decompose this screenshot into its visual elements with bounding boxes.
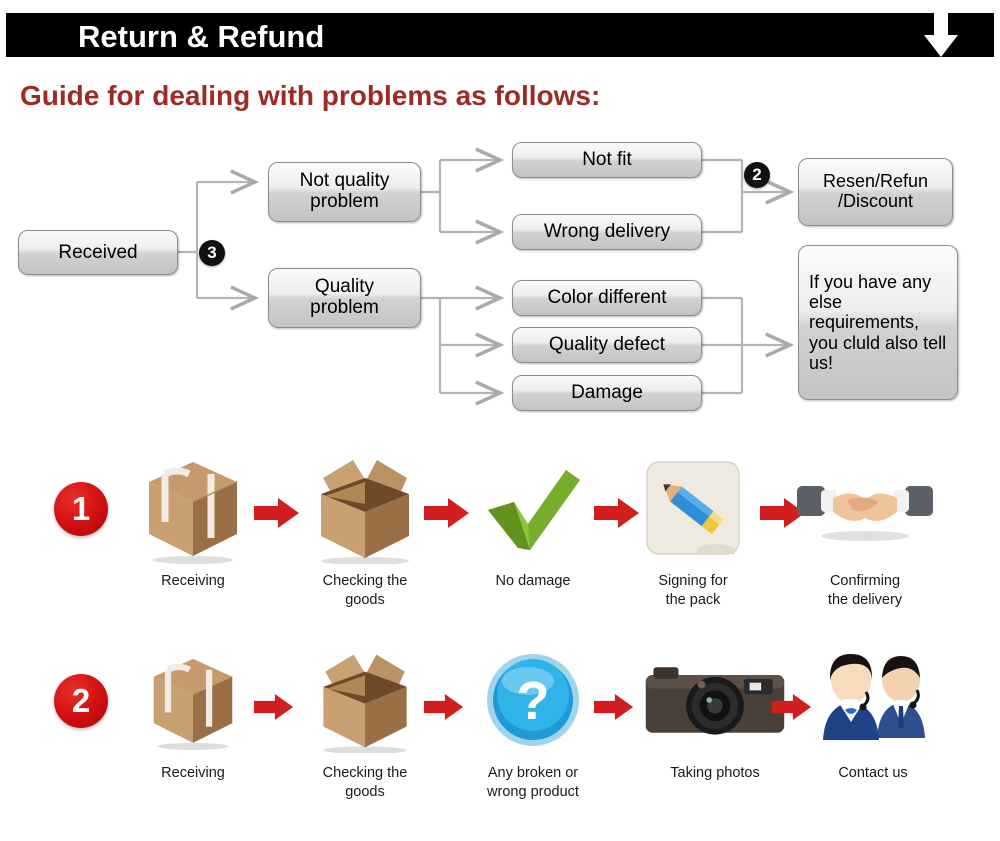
process-step: Contact us [798, 640, 948, 783]
node-else-requirements-label: If you have any else requirements, you c… [809, 272, 947, 373]
process-step-label: No damage [495, 573, 571, 589]
blue-question-mark-icon: ? [458, 640, 608, 760]
process-step: Receiving [118, 448, 268, 591]
sealed-box-icon [118, 448, 268, 568]
process-step: Taking photos [640, 640, 790, 783]
process-step-label: Any broken or wrong product [487, 765, 579, 800]
node-not-fit: Not fit [512, 142, 702, 178]
node-not-quality-problem-label: Not quality problem [299, 170, 390, 212]
sealed-box-icon [118, 640, 268, 760]
branch-marker-3: 3 [199, 240, 225, 266]
process-step: Checking the goods [290, 640, 440, 802]
node-wrong-delivery-label: Wrong delivery [543, 221, 671, 243]
process-step: No damage [458, 448, 608, 591]
node-received-label: Received [58, 241, 138, 263]
process-step-label: Contact us [838, 765, 908, 781]
process-row-2: 2 Receiving Checking the goods ? Any bro… [0, 640, 1000, 830]
process-step-label: Signing for the pack [658, 573, 728, 608]
pencil-signing-icon [618, 448, 768, 568]
process-step-label: Receiving [161, 573, 225, 589]
outcome-marker-2-label: 2 [752, 165, 762, 184]
node-resend-refund-discount: Resen/Refun /Discount [798, 158, 953, 226]
handshake-icon [790, 448, 940, 568]
open-box-icon [290, 640, 440, 760]
down-arrow-icon [920, 13, 962, 57]
flowchart: Received 3 Not quality problem Quality p… [0, 130, 1000, 430]
support-agents-icon [798, 640, 948, 760]
node-quality-defect: Quality defect [512, 327, 702, 363]
node-quality-problem: Quality problem [268, 268, 421, 328]
process-row-2-number: 2 [54, 674, 108, 728]
node-damage-label: Damage [571, 382, 643, 404]
process-row-1: 1 Receiving Checking the goods No damage… [0, 448, 1000, 638]
node-color-different: Color different [512, 280, 702, 316]
node-quality-defect-label: Quality defect [548, 334, 666, 356]
process-step: Confirming the delivery [790, 448, 940, 610]
process-step: ? Any broken or wrong product [458, 640, 608, 802]
process-row-1-number: 1 [54, 482, 108, 536]
node-wrong-delivery: Wrong delivery [512, 214, 702, 250]
process-step-label: Confirming the delivery [827, 573, 903, 608]
node-resend-refund-discount-label: Resen/Refun /Discount [822, 171, 929, 211]
outcome-marker-2: 2 [744, 162, 770, 188]
process-row-1-number-label: 1 [71, 490, 91, 527]
process-row-2-number-label: 2 [71, 682, 91, 719]
node-not-quality-problem: Not quality problem [268, 162, 421, 222]
node-damage: Damage [512, 375, 702, 411]
open-box-icon [290, 448, 440, 568]
guide-heading: Guide for dealing with problems as follo… [20, 80, 601, 111]
process-step-label: Taking photos [670, 765, 760, 781]
process-step: Signing for the pack [618, 448, 768, 610]
process-step-label: Checking the goods [322, 765, 408, 800]
node-not-fit-label: Not fit [582, 149, 632, 171]
page-title: Return & Refund [78, 19, 325, 54]
green-check-icon [458, 448, 608, 568]
svg-text:?: ? [517, 671, 550, 731]
node-received: Received [18, 230, 178, 275]
node-quality-problem-label: Quality problem [310, 276, 379, 318]
node-color-different-label: Color different [547, 287, 667, 309]
process-step-label: Checking the goods [322, 573, 408, 608]
camera-icon [640, 640, 790, 760]
process-step-label: Receiving [161, 765, 225, 781]
branch-marker-3-label: 3 [207, 243, 217, 262]
process-step: Checking the goods [290, 448, 440, 610]
red-right-arrow-icon [594, 692, 640, 726]
process-step: Receiving [118, 640, 268, 783]
node-else-requirements: If you have any else requirements, you c… [798, 245, 958, 400]
